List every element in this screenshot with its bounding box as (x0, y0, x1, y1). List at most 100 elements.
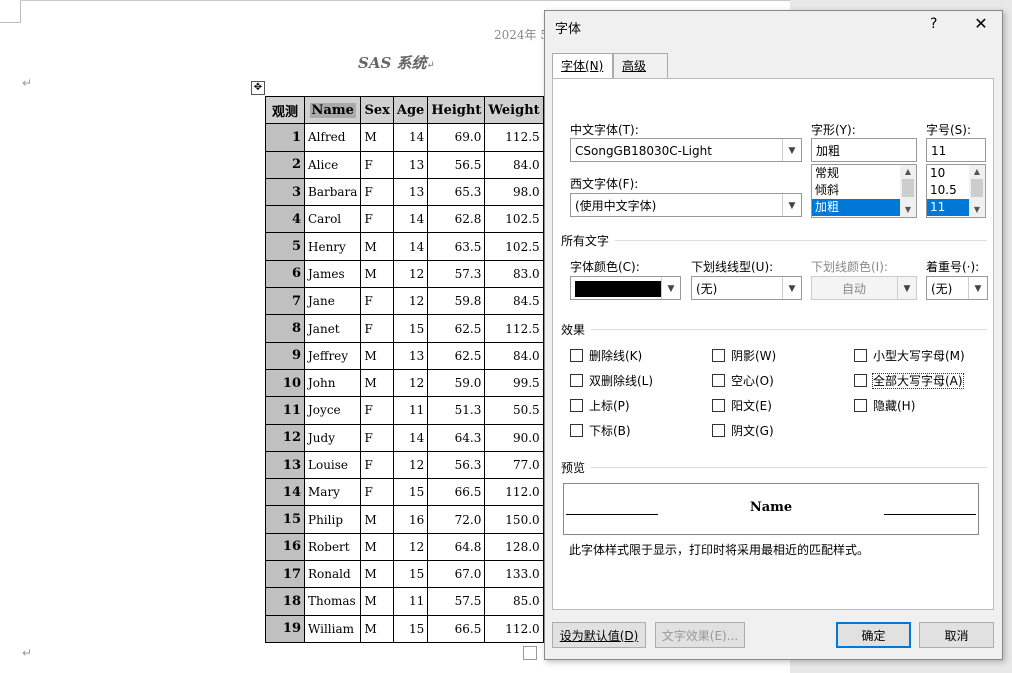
cell-name[interactable]: Mary (303, 478, 362, 507)
cell-sex[interactable]: F (360, 177, 394, 207)
cell-age[interactable]: 12 (392, 450, 429, 480)
column-header-weight[interactable]: Weight (484, 95, 544, 125)
cell-obs[interactable]: 16 (265, 532, 305, 562)
ok-button[interactable]: 确定 (836, 622, 911, 648)
cell-obs[interactable]: 15 (265, 505, 305, 534)
tab-font[interactable]: 字体(N) (552, 53, 613, 80)
cell-sex[interactable]: F (360, 287, 394, 316)
cell-name[interactable]: Philip (303, 505, 362, 534)
close-button[interactable]: ✕ (971, 14, 991, 33)
cell-sex[interactable]: M (360, 368, 394, 398)
cell-name[interactable]: Thomas (303, 587, 362, 616)
cell-weight[interactable]: 98.0 (484, 177, 544, 207)
cell-obs[interactable]: 12 (265, 423, 305, 452)
cell-weight[interactable]: 84.0 (484, 341, 544, 370)
cell-name[interactable]: Alfred (303, 123, 362, 152)
emboss-checkbox[interactable]: 阳文(E) (712, 397, 772, 414)
engrave-checkbox[interactable]: 阴文(G) (712, 422, 774, 439)
cell-weight[interactable]: 84.0 (484, 150, 544, 179)
cancel-button[interactable]: 取消 (919, 622, 994, 648)
cell-age[interactable]: 15 (392, 614, 429, 643)
cell-age[interactable]: 11 (392, 396, 429, 425)
cell-weight[interactable]: 133.0 (484, 560, 544, 589)
cell-sex[interactable]: M (360, 560, 394, 589)
cell-age[interactable]: 15 (392, 560, 429, 589)
all-caps-checkbox[interactable]: 全部大写字母(A) (854, 372, 964, 389)
superscript-checkbox[interactable]: 上标(P) (570, 397, 630, 414)
cell-sex[interactable]: M (360, 587, 394, 616)
scroll-thumb[interactable] (902, 179, 914, 197)
shadow-checkbox[interactable]: 阴影(W) (712, 347, 776, 364)
strikethrough-checkbox[interactable]: 删除线(K) (570, 347, 642, 364)
cell-obs[interactable]: 1 (265, 123, 305, 152)
cell-age[interactable]: 14 (392, 423, 429, 452)
cell-sex[interactable]: M (360, 532, 394, 562)
table-move-handle-icon[interactable]: ✥ (251, 81, 265, 95)
cell-obs[interactable]: 2 (265, 150, 305, 179)
cell-obs[interactable]: 8 (265, 314, 305, 343)
cell-obs[interactable]: 10 (265, 368, 305, 398)
cell-name[interactable]: Barbara (303, 177, 362, 207)
underline-style-dropdown[interactable]: (无) ▼ (691, 276, 802, 300)
document-title[interactable]: SAS 系统↵ (358, 52, 435, 73)
cell-name[interactable]: Ronald (303, 560, 362, 589)
cell-sex[interactable]: M (360, 341, 394, 370)
cell-name[interactable]: Robert (303, 532, 362, 562)
cell-obs[interactable]: 3 (265, 177, 305, 207)
cell-sex[interactable]: F (360, 396, 394, 425)
cell-height[interactable]: 67.0 (427, 560, 486, 589)
cell-name[interactable]: Jane (303, 287, 362, 316)
cell-age[interactable]: 16 (392, 505, 429, 534)
cell-height[interactable]: 69.0 (427, 123, 486, 152)
column-header-name[interactable]: Name (303, 95, 362, 125)
cell-sex[interactable]: F (360, 205, 394, 234)
cell-obs[interactable]: 7 (265, 287, 305, 316)
scroll-thumb[interactable] (971, 179, 983, 197)
cell-sex[interactable]: F (360, 478, 394, 507)
font-size-input[interactable]: 11 (926, 138, 986, 162)
cell-weight[interactable]: 84.5 (484, 287, 544, 316)
cell-name[interactable]: Judy (303, 423, 362, 452)
cell-height[interactable]: 59.0 (427, 368, 486, 398)
tab-advanced[interactable]: 高级(V) (613, 53, 668, 97)
scroll-up-icon[interactable]: ▲ (969, 165, 985, 179)
cell-weight[interactable]: 102.5 (484, 205, 544, 234)
sas-data-table[interactable]: 观测 Name Sex Age Height Weight 1 Alfred M 14… (265, 95, 544, 643)
font-style-list[interactable]: 常规 倾斜 加粗 ▲ ▼ (811, 164, 917, 218)
cell-height[interactable]: 59.8 (427, 287, 486, 316)
cell-height[interactable]: 65.3 (427, 177, 486, 207)
western-font-dropdown[interactable]: (使用中文字体) ▼ (570, 193, 802, 217)
cell-obs[interactable]: 19 (265, 614, 305, 643)
cell-height[interactable]: 64.3 (427, 423, 486, 452)
subscript-checkbox[interactable]: 下标(B) (570, 422, 631, 439)
cell-sex[interactable]: M (360, 232, 394, 261)
cell-name[interactable]: James (303, 259, 362, 289)
cell-age[interactable]: 12 (392, 259, 429, 289)
hidden-checkbox[interactable]: 隐藏(H) (854, 397, 915, 414)
cell-height[interactable]: 64.8 (427, 532, 486, 562)
cell-obs[interactable]: 6 (265, 259, 305, 289)
cell-height[interactable]: 51.3 (427, 396, 486, 425)
cell-weight[interactable]: 150.0 (484, 505, 544, 534)
cell-age[interactable]: 11 (392, 587, 429, 616)
cell-height[interactable]: 63.5 (427, 232, 486, 261)
cell-weight[interactable]: 99.5 (484, 368, 544, 398)
cell-weight[interactable]: 77.0 (484, 450, 544, 480)
cell-name[interactable]: Louise (303, 450, 362, 480)
scroll-down-icon[interactable]: ▼ (900, 203, 916, 217)
scroll-up-icon[interactable]: ▲ (900, 165, 916, 179)
cell-height[interactable]: 66.5 (427, 478, 486, 507)
cell-sex[interactable]: M (360, 123, 394, 152)
cell-age[interactable]: 13 (392, 341, 429, 370)
table-resize-handle[interactable] (523, 646, 537, 660)
cell-sex[interactable]: F (360, 450, 394, 480)
cell-name[interactable]: Joyce (303, 396, 362, 425)
cell-name[interactable]: William (303, 614, 362, 643)
cell-name[interactable]: Henry (303, 232, 362, 261)
cell-sex[interactable]: F (360, 314, 394, 343)
cell-obs[interactable]: 17 (265, 560, 305, 589)
cell-obs[interactable]: 4 (265, 205, 305, 234)
font-color-dropdown[interactable]: ▼ (570, 276, 681, 300)
cell-age[interactable]: 13 (392, 150, 429, 179)
set-default-button[interactable]: 设为默认值(D) (552, 622, 646, 648)
